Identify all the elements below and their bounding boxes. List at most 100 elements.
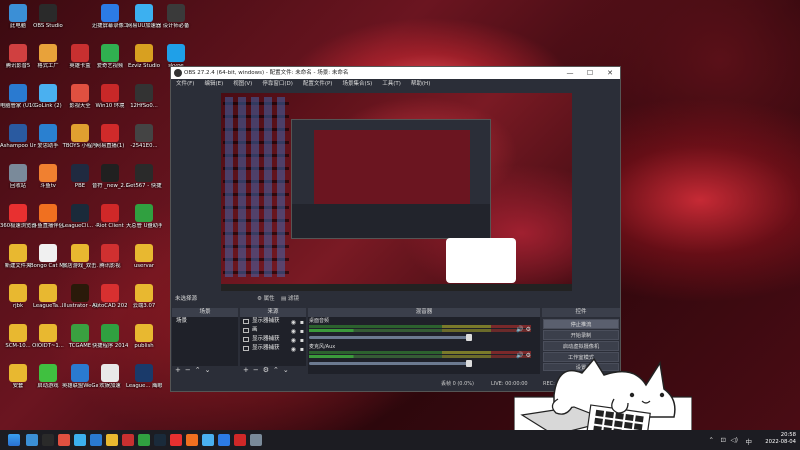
- menu-view[interactable]: 视图(V): [233, 79, 252, 90]
- slider-knob[interactable]: [466, 360, 472, 367]
- dropped-frames: 丢帧 0 (0.0%): [441, 381, 474, 387]
- desktop-icon[interactable]: 云端3.07: [126, 284, 162, 310]
- clock-date: 2022-08-04: [765, 439, 796, 445]
- menu-file[interactable]: 文件(F): [176, 79, 194, 90]
- desktop-icon[interactable]: uservar: [126, 244, 162, 270]
- taskbar-app-icon[interactable]: [202, 434, 214, 446]
- menu-profile[interactable]: 配置文件(P): [303, 79, 333, 90]
- desktop-icon[interactable]: OIOIDT~1...: [30, 324, 66, 350]
- desktop-icon[interactable]: 斗鱼直播伴侣: [30, 204, 66, 230]
- source-settings-icon[interactable]: ⚙: [263, 366, 273, 374]
- desktop-icon[interactable]: 爱思助手: [30, 124, 66, 150]
- desktop-icon[interactable]: 音符 _new_2.20: [92, 164, 128, 190]
- menu-tools[interactable]: 工具(T): [382, 79, 401, 90]
- desktop-icon[interactable]: 网易直播(1): [92, 124, 128, 150]
- preview-canvas[interactable]: [221, 93, 572, 291]
- desktop-icon[interactable]: 启动游戏: [30, 364, 66, 390]
- controls-dock-header: 控件: [542, 308, 620, 317]
- minimize-button[interactable]: —: [560, 67, 580, 79]
- desktop-icon[interactable]: 斗鱼tv: [30, 164, 66, 190]
- taskbar-app-icon[interactable]: [234, 434, 246, 446]
- move-up-button[interactable]: ⌃: [195, 366, 205, 374]
- taskbar-app-icon[interactable]: [26, 434, 38, 446]
- desktop-icon[interactable]: 腾讯影视: [92, 244, 128, 270]
- taskbar-app-icon[interactable]: [90, 434, 102, 446]
- taskbar-app-icon[interactable]: [154, 434, 166, 446]
- desktop-icon[interactable]: 网易UU加速器: [126, 4, 162, 30]
- app-icon: [71, 84, 89, 102]
- lock-icon[interactable]: ▪: [300, 345, 304, 354]
- menu-scene-collection[interactable]: 场景集合(S): [342, 79, 372, 90]
- taskbar-app-icon[interactable]: [122, 434, 134, 446]
- move-up-button[interactable]: ⌃: [273, 366, 283, 374]
- tray-expand-icon[interactable]: ⌃: [709, 436, 714, 444]
- menu-docks[interactable]: 停靠窗口(D): [262, 79, 293, 90]
- scene-item[interactable]: 场景: [172, 317, 238, 326]
- remove-scene-button[interactable]: −: [185, 366, 195, 374]
- taskbar-app-icon[interactable]: [138, 434, 150, 446]
- desktop-icon[interactable]: LeagueTa...: [30, 284, 66, 310]
- menu-edit[interactable]: 编辑(E): [204, 79, 223, 90]
- desktop-icon[interactable]: 格式工厂: [30, 44, 66, 70]
- desktop-icon[interactable]: 迅捷屏幕录像工具: [92, 4, 128, 30]
- taskbar-app-icon[interactable]: [218, 434, 230, 446]
- source-item[interactable]: 显示器捕获 ◉ ▪: [240, 344, 306, 353]
- start-button[interactable]: [8, 434, 20, 446]
- taskbar-app-icon[interactable]: [74, 434, 86, 446]
- stop-streaming-button[interactable]: 停止推流: [543, 319, 619, 329]
- volume-slider[interactable]: [309, 334, 472, 341]
- remove-source-button[interactable]: −: [253, 366, 263, 374]
- obs-window[interactable]: OBS 27.2.4 (64-bit, windows) - 配置文件: 未命名…: [170, 66, 621, 392]
- maximize-button[interactable]: ☐: [580, 67, 600, 79]
- input-language[interactable]: 中: [746, 436, 753, 446]
- close-button[interactable]: ✕: [600, 67, 620, 79]
- desktop-icon[interactable]: GoLink (2): [30, 84, 66, 110]
- taskbar-app-icon[interactable]: [186, 434, 198, 446]
- desktop-icon[interactable]: AutoCAD 2021 - 简...: [92, 284, 128, 310]
- network-icon[interactable]: ⊡: [721, 436, 726, 444]
- clock[interactable]: 20:58 2022-08-04: [765, 432, 796, 446]
- taskbar-app-icon[interactable]: [250, 434, 262, 446]
- desktop-icon[interactable]: 大总管 U盘助手: [126, 204, 162, 230]
- desktop-icon[interactable]: Riot Client: [92, 204, 128, 230]
- visibility-eye-icon[interactable]: ◉: [291, 345, 296, 354]
- taskbar-app-icon[interactable]: [170, 434, 182, 446]
- slider-knob[interactable]: [466, 334, 472, 341]
- speaker-icon[interactable]: 🔊 ⚙: [516, 326, 531, 333]
- desktop-icon[interactable]: 欢娱加速: [92, 364, 128, 390]
- desktop-icon[interactable]: Get567 - 快捷方式: [126, 164, 162, 190]
- properties-button[interactable]: ⚙ 属性: [257, 294, 275, 304]
- desktop-icon[interactable]: Bongo Cat Mver: [30, 244, 66, 270]
- desktop-icon[interactable]: 快捷程序 2014: [92, 324, 128, 350]
- volume-slider[interactable]: [309, 360, 472, 367]
- app-icon: [71, 204, 89, 222]
- obs-titlebar[interactable]: OBS 27.2.4 (64-bit, windows) - 配置文件: 未命名…: [171, 67, 620, 79]
- desktop-icon[interactable]: OBS Studio: [30, 4, 66, 30]
- desktop-icon[interactable]: publish: [126, 324, 162, 350]
- menu-help[interactable]: 帮助(H): [411, 79, 430, 90]
- source-item[interactable]: 画 ◉ ▪: [240, 326, 306, 335]
- desktop-icon[interactable]: 12HfSo0...: [126, 84, 162, 110]
- taskbar-app-icon[interactable]: [58, 434, 70, 446]
- add-scene-button[interactable]: +: [175, 366, 185, 374]
- source-item[interactable]: 显示器捕获 ◉ ▪: [240, 335, 306, 344]
- taskbar-app-icon[interactable]: [106, 434, 118, 446]
- taskbar-app-icon[interactable]: [42, 434, 54, 446]
- start-virtual-camera-button[interactable]: 启动虚拟摄像机: [543, 341, 619, 351]
- desktop-icon[interactable]: -2541E0...: [126, 124, 162, 150]
- add-source-button[interactable]: +: [243, 366, 253, 374]
- channel-name: 麦克风/Aux: [309, 344, 336, 350]
- desktop-icon[interactable]: League... 鹰眼 2.0: [126, 364, 162, 390]
- volume-icon[interactable]: ◁): [730, 436, 738, 444]
- source-name: 显示器捕获: [252, 336, 280, 342]
- source-item[interactable]: 显示器捕获 ◉ ▪: [240, 317, 306, 326]
- desktop-icon[interactable]: 设计师必备: [158, 4, 194, 30]
- filters-button[interactable]: ▤ 滤镜: [281, 294, 299, 304]
- desktop-icon[interactable]: Win10 环境: [92, 84, 128, 110]
- move-down-button[interactable]: ⌄: [205, 366, 215, 374]
- desktop-icon[interactable]: 爱奇艺视频: [92, 44, 128, 70]
- start-recording-button[interactable]: 开始录制: [543, 330, 619, 340]
- move-down-button[interactable]: ⌄: [283, 366, 293, 374]
- app-icon: [101, 4, 119, 22]
- desktop-icon[interactable]: Ezviz Studio: [126, 44, 162, 70]
